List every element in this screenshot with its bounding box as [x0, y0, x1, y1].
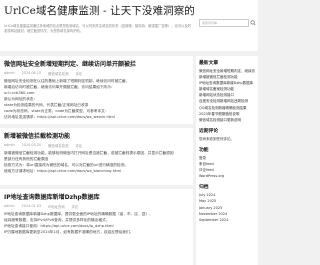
post-author[interactable]: admin: [4, 204, 15, 209]
recent-post-link[interactable]: 百度安全检测新增网站违规检测: [199, 98, 255, 104]
recent-posts-heading: 最新文章: [199, 61, 219, 66]
meta-link[interactable]: WordPress.org: [199, 173, 255, 179]
post-date[interactable]: 2024.06.10: [22, 71, 41, 76]
post-category[interactable]: 微信域名检测: [48, 71, 68, 76]
archives-widget: 归档 July 2024 May 2025 January 2025 Novem…: [199, 183, 255, 222]
recent-posts-widget: 最新文章 微信网址安全新增短期判定、继续访问 新增被微信拦截检测功能 IP地址查…: [199, 59, 255, 123]
post-excerpt: 微信网址安全检测在以往的基础上新增了短期判定机制，继续访问时被拦截， 新增后访问…: [4, 78, 189, 120]
site-description: UrlCe域名健康监测通过多地域的站点帮您检测域名，可以时刻关注域名的状态（如被…: [4, 24, 192, 33]
post-title[interactable]: 新增被微信拦截检测功能: [4, 131, 189, 140]
post-date[interactable]: 2024.03.20: [22, 143, 41, 148]
post-author[interactable]: admin: [4, 143, 15, 148]
post-excerpt: IP地址查询数据库新增Dzhp数据库，提供更全面的IP地址的精确数据（省、市、区…: [4, 211, 189, 235]
search-input[interactable]: 搜索字符串: [199, 19, 249, 27]
post-title[interactable]: 微信网址安全新增短期判定、继续访问单开颇被拦: [4, 59, 189, 68]
post-meta: admin 2024.01.03 IP地址查询 评论: [4, 204, 189, 209]
post-category[interactable]: 微信域名检测: [48, 143, 68, 148]
post-comments-link[interactable]: 评论: [72, 204, 79, 209]
post-list: 微信网址安全新增短期判定、继续访问单开颇被拦 admin 2024.06.10 …: [0, 56, 193, 265]
recent-comments-heading: 近期评论: [199, 128, 219, 134]
recent-post-link[interactable]: QQ域名检测新增精确检测结果: [199, 105, 255, 111]
post-excerpt: 新增被微信拦截检测功能，能够检测微信内打开网址是否被拦截，若被拦截则提示原因，并…: [4, 150, 189, 174]
site-title[interactable]: UrlCe域名健康监测 - 让天下没难洞察的域名: [4, 3, 194, 18]
post-comments-link[interactable]: 评论: [75, 71, 82, 76]
archive-link[interactable]: September 2024: [199, 217, 255, 223]
post-comments-link[interactable]: 评论: [75, 143, 82, 148]
post-title[interactable]: IP地址查询数据库新增Dzhp数据库: [4, 192, 189, 201]
recent-comments-widget: 近期评论 您尚未收到任何评论。: [199, 127, 255, 142]
post-meta: admin 2024.03.20 微信域名检测 评论: [4, 143, 189, 148]
excerpt-line: 使用方法请求地址：https://api.urlce.com/docs/wx_b…: [4, 169, 122, 173]
post-card: IP地址查询数据库新增Dzhp数据库 admin 2024.01.03 IP地址…: [0, 189, 193, 265]
meta-heading: 功能: [199, 147, 209, 153]
no-comments-text: 您尚未收到任何评论。: [199, 136, 234, 141]
post-meta: admin 2024.06.10 微信域名检测 评论: [4, 71, 189, 76]
excerpt-line: IP归属地数据库更新至2024年1月，如有数据不准确的地方，欢迎反馈给我们。: [4, 230, 134, 234]
post-author[interactable]: admin: [4, 71, 15, 76]
sidebar: 最新文章 微信网址安全新增短期判定、继续访问 新增被微信拦截检测功能 IP地址查…: [196, 56, 258, 265]
excerpt-line: 访问地址发送请求：https://api.urlce.com/docs/wx_w…: [4, 115, 115, 119]
archives-heading: 归档: [199, 185, 209, 191]
meta-widget: 功能 登录 条目feed 评论feed WordPress.org: [199, 146, 255, 179]
search-icon[interactable]: [250, 19, 256, 27]
post-date[interactable]: 2024.01.03: [22, 204, 41, 209]
site-header: UrlCe域名健康监测 - 让天下没难洞察的域名 搜索字符串 UrlCe域名健康…: [0, 0, 258, 51]
post-card: 新增被微信拦截检测功能 admin 2024.03.20 微信域名检测 评论 新…: [0, 128, 193, 185]
post-category[interactable]: IP地址查询: [48, 204, 65, 209]
recent-post-link[interactable]: 微信域名检测接口更新说明: [199, 117, 255, 123]
post-card: 微信网址安全新增短期判定、继续访问单开颇被拦 admin 2024.06.10 …: [0, 56, 193, 124]
